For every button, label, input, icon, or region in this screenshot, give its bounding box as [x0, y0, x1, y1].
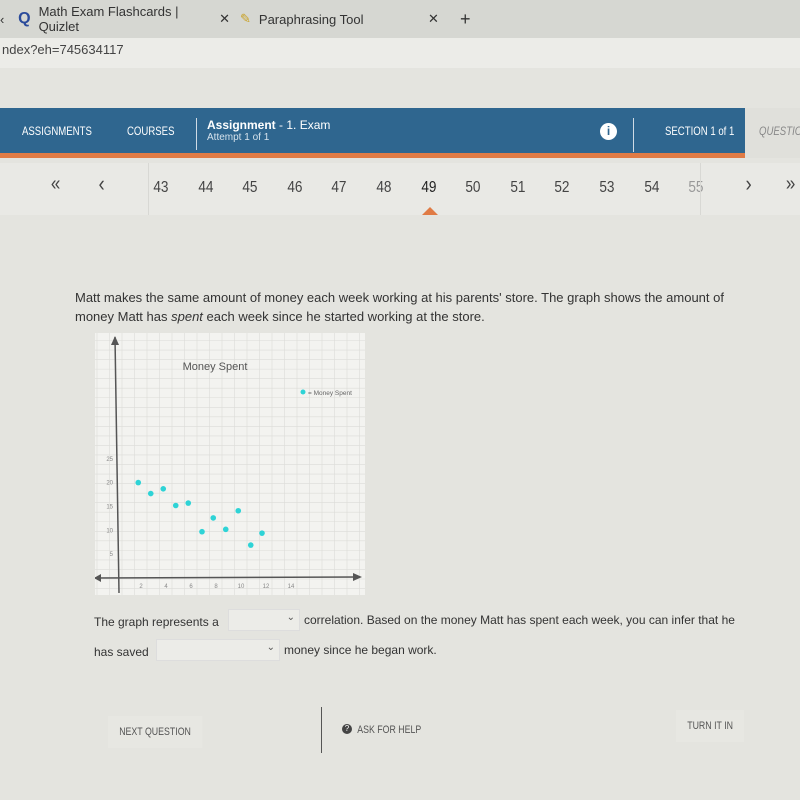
browser-tab-bar: ‹ Q Math Exam Flashcards | Quizlet ✕ ✎ P… [0, 0, 800, 38]
data-point [172, 502, 179, 509]
data-point [135, 479, 142, 486]
section-indicator: SECTION 1 of 1 [665, 124, 735, 138]
y-tick-label: 25 [106, 457, 113, 463]
y-tick-label: 20 [106, 481, 113, 487]
page-51[interactable]: 51 [510, 179, 525, 197]
chevron-down-icon: ⌄ [286, 612, 295, 623]
next-question-button[interactable]: NEXT QUESTION [108, 716, 203, 748]
first-page-button[interactable]: « [51, 173, 60, 196]
y-tick-label: 10 [106, 528, 113, 534]
data-point [160, 486, 167, 492]
tab-title: Paraphrasing Tool [258, 11, 364, 27]
prev-page-button[interactable]: ‹ [99, 171, 105, 197]
assignment-info: Assignment - 1. Exam Attempt 1 of 1 [196, 118, 330, 150]
next-page-button[interactable]: › [746, 171, 752, 197]
answer-text-4: money since he began work. [284, 643, 437, 657]
assignment-title: Assignment [207, 118, 276, 132]
data-point [247, 542, 254, 548]
answer-text-2: correlation. Based on the money Matt has… [304, 613, 735, 627]
attempt-text: Attempt 1 of 1 [207, 132, 270, 143]
x-axis [95, 576, 361, 579]
page-47[interactable]: 47 [332, 179, 347, 197]
legend-marker [300, 389, 306, 395]
data-point [259, 530, 265, 536]
nav-courses[interactable]: COURSES [127, 124, 174, 138]
scatter-chart: Money Spent= Money Spent2 4 6 8 10 12 14510152… [95, 333, 365, 595]
data-point [210, 515, 217, 521]
url-text: ndex?eh=745634117 [2, 42, 124, 57]
correlation-dropdown[interactable]: ⌄ [228, 609, 300, 631]
address-bar[interactable]: ndex?eh=745634117 [0, 38, 800, 68]
question-text: Matt makes the same amount of money each… [75, 290, 724, 324]
data-point [185, 500, 192, 506]
data-point [147, 490, 154, 497]
new-tab-icon[interactable]: + [460, 9, 471, 30]
x-tick-label: 10 [238, 584, 245, 590]
answer-text-3: has saved [94, 645, 149, 659]
y-tick-label: 15 [106, 504, 113, 510]
tab-title: Math Exam Flashcards | Quizlet [38, 4, 179, 34]
data-point [199, 528, 205, 535]
browser-tab-quizlet[interactable]: ‹ Q Math Exam Flashcards | Quizlet ✕ [0, 4, 230, 34]
close-tab-icon[interactable]: ✕ [219, 11, 230, 27]
page-54[interactable]: 54 [644, 179, 659, 197]
page-50[interactable]: 50 [466, 179, 481, 197]
data-point [235, 507, 242, 514]
close-tab-icon[interactable]: ✕ [428, 11, 439, 27]
nav-assignments[interactable]: ASSIGNMENTS [22, 124, 92, 138]
current-page-marker [422, 207, 438, 215]
back-chevron-icon: ‹ [0, 11, 5, 27]
quizlet-icon: Q [18, 10, 31, 27]
x-tick-label: 14 [288, 584, 295, 590]
page-49[interactable]: 49 [421, 179, 436, 197]
page-53[interactable]: 53 [599, 179, 614, 197]
page-44[interactable]: 44 [198, 179, 213, 197]
page-48[interactable]: 48 [376, 179, 391, 197]
answer-text-1: The graph represents a [94, 615, 219, 629]
data-point [222, 526, 229, 533]
page-43[interactable]: 43 [153, 179, 168, 197]
page-45[interactable]: 45 [243, 179, 258, 197]
last-page-button[interactable]: » [786, 173, 795, 196]
x-tick-label: 12 [263, 584, 270, 590]
chevron-down-icon: ⌄ [266, 642, 275, 653]
chart-title: Money Spent [183, 361, 248, 373]
top-nav: ASSIGNMENTS COURSES Assignment - 1. Exam… [0, 108, 800, 158]
ask-for-help-button[interactable]: ASK FOR HELP [346, 714, 432, 746]
question-tab[interactable]: QUESTION [759, 124, 800, 138]
assignment-name: - 1. Exam [279, 118, 331, 132]
info-icon[interactable]: i [600, 123, 617, 140]
question-pager: « ‹ 43 44 45 46 47 48 49 50 51 52 53 54 55 › » [0, 163, 800, 215]
browser-tab-paraphrase[interactable]: ✎ Paraphrasing Tool ✕ + [240, 4, 480, 34]
page-55[interactable]: 55 [689, 179, 704, 197]
legend-label: = Money Spent [308, 390, 352, 397]
savings-dropdown[interactable]: ⌄ [156, 639, 280, 661]
page-52[interactable]: 52 [555, 179, 570, 197]
page-46[interactable]: 46 [287, 179, 302, 197]
turn-it-in-button[interactable]: TURN IT IN [676, 710, 745, 742]
paraphrase-icon: ✎ [240, 11, 251, 26]
